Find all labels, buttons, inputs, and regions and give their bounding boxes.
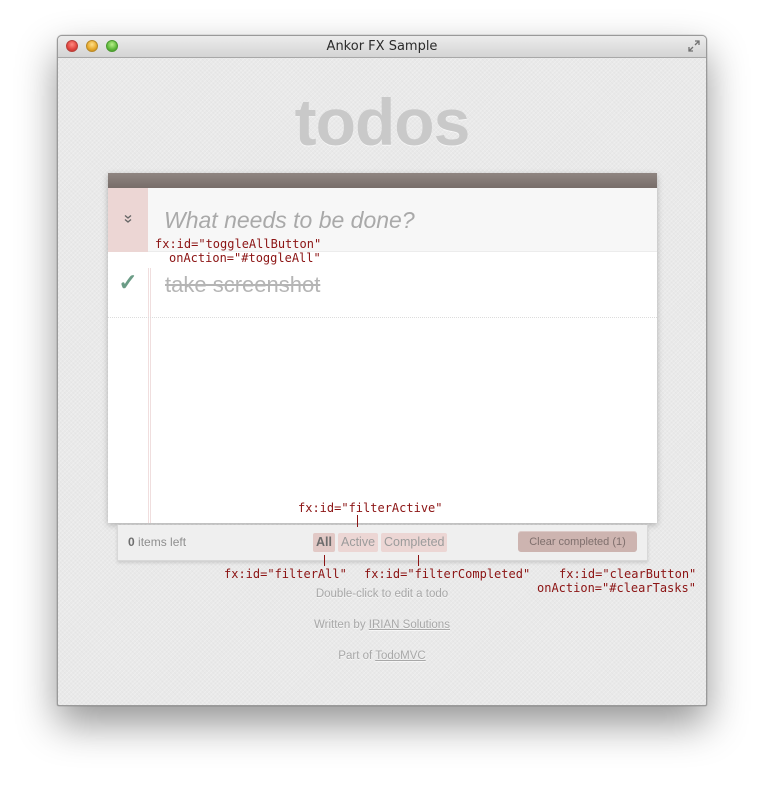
items-left-count: 0 — [128, 535, 135, 549]
items-left-counter: 0 items left — [128, 535, 186, 549]
clear-annotation-id: fx:id="clearButton" — [559, 567, 697, 581]
part-of-prefix: Part of — [338, 650, 373, 662]
todo-list: ✓ take screenshot — [108, 253, 657, 523]
filter-all-button[interactable]: All — [313, 533, 335, 552]
filter-active-annotation: fx:id="filterActive" — [298, 501, 443, 515]
todo-footer: 0 items left All Active Completed Clear … — [117, 525, 648, 561]
app-title: todos — [294, 85, 471, 159]
todo-item-label[interactable]: take screenshot — [165, 272, 320, 298]
written-by-line: Written by IRIAN Solutions — [58, 619, 706, 631]
app-window: Ankor FX Sample todos What needs to be d… — [57, 35, 707, 706]
new-todo-input[interactable] — [164, 203, 634, 237]
window-title: Ankor FX Sample — [326, 39, 438, 54]
todomvc-link[interactable]: TodoMVC — [375, 650, 426, 662]
items-left-label: items left — [138, 535, 187, 549]
toggle-all-annotation-id: fx:id="toggleAllButton" — [155, 237, 322, 251]
annotation-tick — [357, 515, 358, 527]
filter-group: All Active Completed — [313, 533, 448, 552]
clear-annotation-action: onAction="#clearTasks" — [537, 581, 696, 595]
filter-completed-button[interactable]: Completed — [381, 533, 448, 552]
annotation-tick — [324, 555, 325, 566]
double-chevron-down-icon — [123, 213, 133, 227]
annotation-tick — [418, 555, 419, 566]
fullscreen-icon[interactable] — [687, 39, 701, 53]
checkmark-icon[interactable]: ✓ — [118, 269, 138, 299]
part-of-line: Part of TodoMVC — [58, 650, 706, 662]
irian-link[interactable]: IRIAN Solutions — [369, 619, 450, 631]
todo-panel: ✓ take screenshot — [108, 173, 657, 523]
filter-completed-annotation: fx:id="filterCompleted" — [364, 567, 531, 581]
clear-completed-button[interactable]: Clear completed (1) — [518, 531, 637, 552]
filter-active-button[interactable]: Active — [337, 533, 379, 552]
panel-header-bar — [108, 173, 657, 188]
written-by-prefix: Written by — [314, 619, 366, 631]
toggle-all-annotation-action: onAction="#toggleAll" — [169, 251, 321, 265]
title-bar[interactable]: Ankor FX Sample — [58, 36, 706, 58]
toggle-all-button[interactable] — [108, 188, 148, 252]
filter-all-annotation: fx:id="filterAll" — [224, 567, 347, 581]
